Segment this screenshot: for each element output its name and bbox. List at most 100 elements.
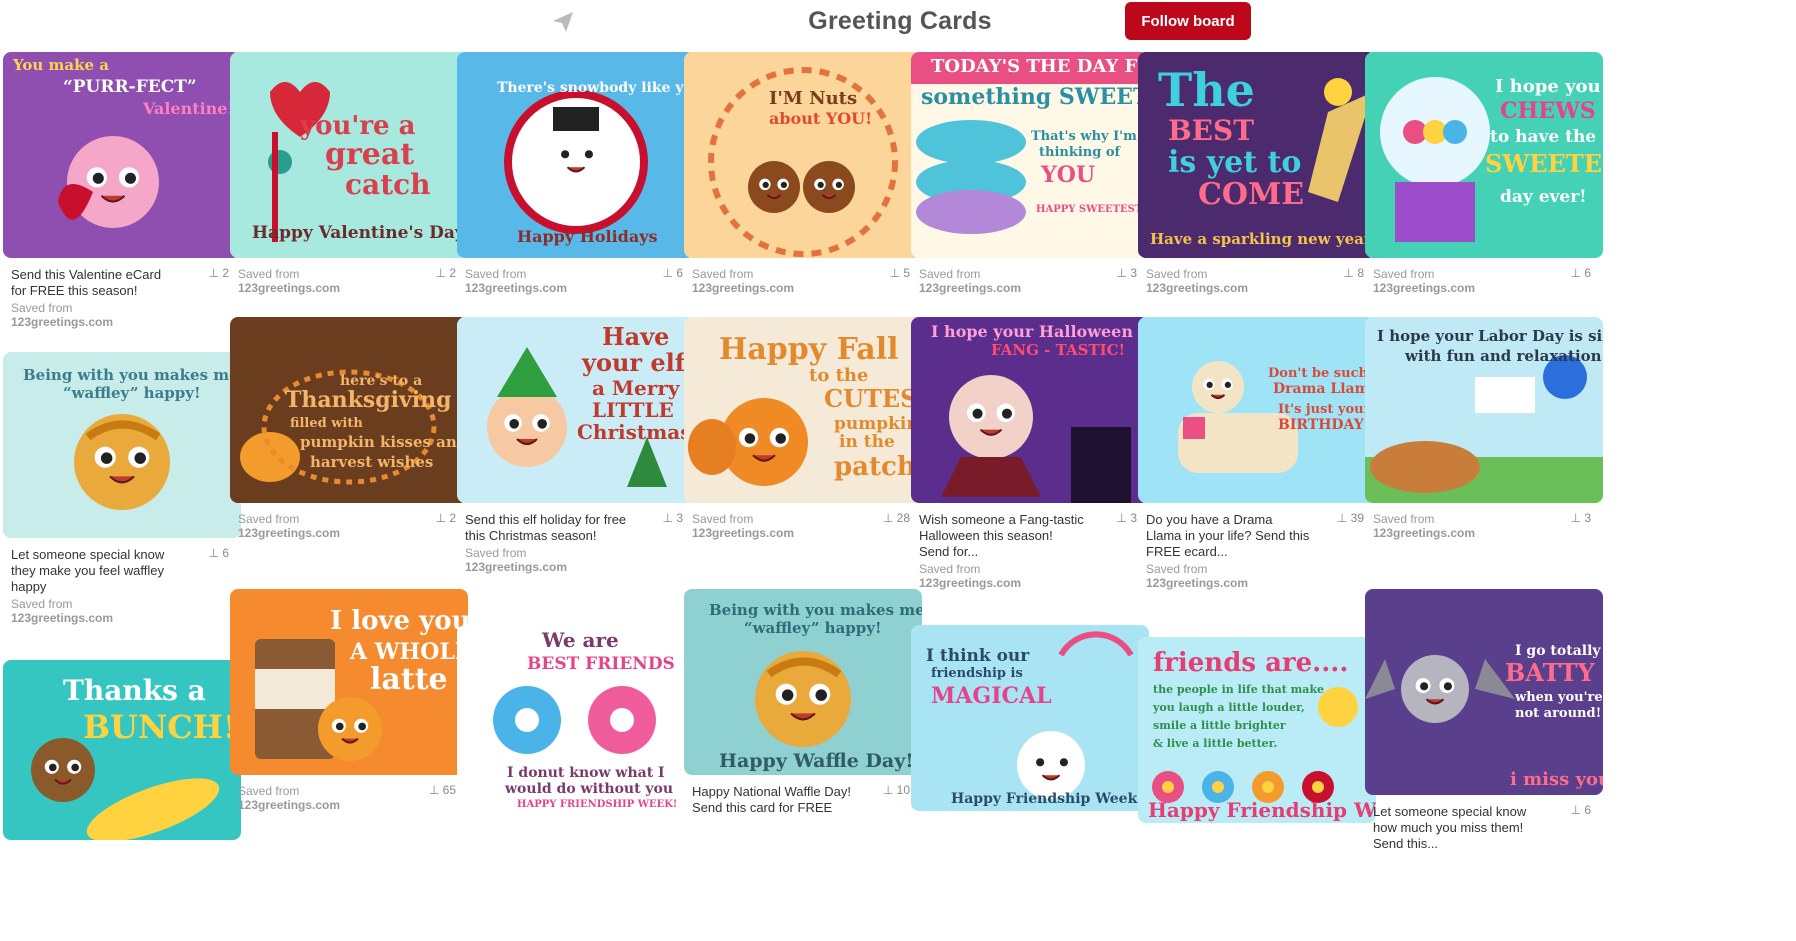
card-text: i miss you! <box>1510 769 1603 790</box>
card-text: Thanksgiving <box>285 387 452 413</box>
pin-card[interactable]: here's to a Thanksgiving filled with pumpki… <box>230 317 468 542</box>
pin-meta: ⊥ 6 Saved from 123greetings.com <box>1365 258 1603 297</box>
pin-card[interactable]: Thanks a BUNCH! <box>3 660 241 879</box>
pin-image[interactable]: you're a great catch Happy Valentine's Day! <box>230 52 468 258</box>
card-text: to have the <box>1490 127 1596 147</box>
pin-description[interactable]: Happy National Waffle Day! Send this car… <box>692 784 857 816</box>
pin-description[interactable]: Send this elf holiday for free this Chri… <box>465 512 630 544</box>
repin-count: ⊥ 6 <box>1570 803 1591 817</box>
source-link[interactable]: 123greetings.com <box>1146 576 1368 590</box>
pin-card[interactable]: We are BEST FRIENDS I donut know what Iwou… <box>457 625 695 850</box>
card-text: pumpkin <box>834 414 919 434</box>
card-text: I love you <box>330 606 468 636</box>
repin-count: ⊥ 8 <box>1343 266 1364 280</box>
board-title: Greeting Cards <box>808 7 992 35</box>
pin-card[interactable]: You make a “PURR-FECT” Valentine! ⊥ 2 Send t… <box>3 52 241 329</box>
pin-image[interactable]: Being with you makes me “waffley” happy! H… <box>684 589 922 775</box>
board-header: Greeting Cards Follow board <box>0 0 1796 46</box>
pin-card[interactable]: I hope your Halloween is FANG - TASTIC! ⊥ … <box>911 317 1149 590</box>
pin-card[interactable]: I love you A WHOLE latte ⊥ 65 Saved from 123g… <box>230 589 468 814</box>
source-link[interactable]: 123greetings.com <box>692 281 914 295</box>
pin-image[interactable]: TODAY'S THE DAY FOR something SWEET! That'… <box>911 52 1149 258</box>
pin-card[interactable]: The BEST is yet to COME Have a sparkling new… <box>1138 52 1376 297</box>
pin-card[interactable]: you're a great catch Happy Valentine's Day!… <box>230 52 468 297</box>
pin-description[interactable]: Let someone special know how much you mi… <box>1373 804 1538 852</box>
card-text: “PURR-FECT” <box>63 77 197 97</box>
pin-image[interactable]: I think our friendship is MAGICAL Happy Fri… <box>911 625 1149 811</box>
pin-card[interactable]: friends are.... the people in life that m… <box>1138 637 1376 862</box>
repin-count: ⊥ 2 <box>208 266 229 280</box>
pin-image[interactable]: We are BEST FRIENDS I donut know what Iwou… <box>457 625 695 811</box>
pin-card[interactable]: I hope your Labor Day is sizzling with fu… <box>1365 317 1603 542</box>
pin-card[interactable]: There's snowbody like you! Happy Holidays… <box>457 52 695 297</box>
source-link[interactable]: 123greetings.com <box>692 526 914 540</box>
pin-card[interactable]: Have your elf a Merry LITTLE Christmas ⊥ 3 Sen… <box>457 317 695 574</box>
source-link[interactable]: 123greetings.com <box>919 281 1141 295</box>
pin-image[interactable]: I love you A WHOLE latte <box>230 589 468 775</box>
source-link[interactable]: 123greetings.com <box>1146 281 1368 295</box>
pin-card[interactable]: Don't be such a Drama Llama It's just your… <box>1138 317 1376 590</box>
pin-image[interactable]: I go totally BATTY when you're not around! i… <box>1365 589 1603 795</box>
pin-card[interactable]: Being with you makes me “waffley” happy! H… <box>684 589 922 818</box>
send-icon[interactable] <box>551 10 575 34</box>
pin-meta: ⊥ 6 Saved from 123greetings.com <box>457 258 695 297</box>
source-link[interactable]: 123greetings.com <box>465 281 687 295</box>
card-text: Being with you makes me <box>23 366 239 384</box>
pin-image[interactable]: Happy Fallto theCUTESTpumpkinin thepatch <box>684 317 922 503</box>
pin-description[interactable]: Let someone special know they make you f… <box>11 547 176 595</box>
pin-image[interactable]: Being with you makes me “waffley” happy! <box>3 352 241 538</box>
pin-image[interactable]: You make a “PURR-FECT” Valentine! <box>3 52 241 258</box>
pin-meta: ⊥ 65 Saved from 123greetings.com <box>230 775 468 814</box>
card-text: LITTLE <box>592 398 674 422</box>
card-text: friendship is <box>931 666 1023 681</box>
saved-from-label: Saved from <box>11 597 73 611</box>
pin-image[interactable]: I hope your Labor Day is sizzling with fu… <box>1365 317 1603 503</box>
pin-card[interactable]: Happy Fallto theCUTESTpumpkinin thepatch… <box>684 317 922 542</box>
repin-count: ⊥ 5 <box>889 266 910 280</box>
pin-card[interactable]: I hope youCHEWS to have theSWEETEST day ev… <box>1365 52 1603 297</box>
repin-count: ⊥ 2 <box>435 511 456 525</box>
pin-image[interactable]: Thanks a BUNCH! <box>3 660 241 840</box>
pin-description[interactable]: Wish someone a Fang-tastic Halloween thi… <box>919 512 1084 560</box>
pin-meta: ⊥ 3 Saved from 123greetings.com <box>911 258 1149 297</box>
pin-meta: ⊥ 2 Saved from 123greetings.com <box>230 258 468 297</box>
source-link[interactable]: 123greetings.com <box>238 798 460 812</box>
pin-image[interactable]: Have your elf a Merry LITTLE Christmas <box>457 317 695 503</box>
source-link[interactable]: 123greetings.com <box>11 611 233 625</box>
pin-image[interactable]: The BEST is yet to COME Have a sparkling new… <box>1138 52 1376 258</box>
source-link[interactable]: 123greetings.com <box>465 560 687 574</box>
source-link[interactable]: 123greetings.com <box>919 576 1141 590</box>
source-link[interactable]: 123greetings.com <box>238 281 460 295</box>
card-text: would do without you <box>504 781 673 797</box>
pin-card[interactable]: TODAY'S THE DAY FOR something SWEET! That'… <box>911 52 1149 297</box>
pin-card[interactable]: I'M Nuts about YOU! ⊥ 5 Saved from 123greeti… <box>684 52 922 297</box>
card-text: BEST FRIENDS <box>527 654 675 674</box>
card-text: BEST <box>1168 114 1254 147</box>
pin-image[interactable]: friends are.... the people in life that m… <box>1138 637 1376 823</box>
pin-image[interactable]: Don't be such a Drama Llama It's just your… <box>1138 317 1376 503</box>
saved-from-label: Saved from <box>238 512 300 526</box>
repin-count: ⊥ 39 <box>1336 511 1364 525</box>
pin-image[interactable]: There's snowbody like you! Happy Holidays <box>457 52 695 258</box>
pin-image[interactable]: here's to a Thanksgiving filled with pumpki… <box>230 317 468 503</box>
pin-meta: ⊥ 10 Happy National Waffle Day! Send this… <box>684 775 922 816</box>
saved-from-label: Saved from <box>1373 267 1435 281</box>
source-link[interactable]: 123greetings.com <box>1373 281 1595 295</box>
pin-meta <box>457 811 695 850</box>
follow-board-button[interactable]: Follow board <box>1125 2 1251 40</box>
pin-card[interactable]: I go totally BATTY when you're not around! i… <box>1365 589 1603 854</box>
pin-image[interactable]: I'M Nuts about YOU! <box>684 52 922 258</box>
card-text: HAPPY FRIENDSHIP WEEK! <box>517 799 677 810</box>
source-link[interactable]: 123greetings.com <box>11 315 233 329</box>
source-link[interactable]: 123greetings.com <box>1373 526 1595 540</box>
pin-description[interactable]: Send this Valentine eCard for FREE this … <box>11 267 176 299</box>
source-link[interactable]: 123greetings.com <box>238 526 460 540</box>
pin-card[interactable]: Being with you makes me “waffley” happy! ⊥… <box>3 352 241 625</box>
pin-description[interactable]: Do you have a Drama Llama in your life? … <box>1146 512 1311 560</box>
pin-image[interactable]: I hope your Halloween is FANG - TASTIC! <box>911 317 1149 503</box>
card-text: I'M Nuts <box>769 88 857 109</box>
pin-image[interactable]: I hope youCHEWS to have theSWEETEST day ev… <box>1365 52 1603 258</box>
card-text: great <box>325 137 414 172</box>
pin-card[interactable]: I think our friendship is MAGICAL Happy Fri… <box>911 625 1149 850</box>
saved-from-label: Saved from <box>1146 267 1208 281</box>
